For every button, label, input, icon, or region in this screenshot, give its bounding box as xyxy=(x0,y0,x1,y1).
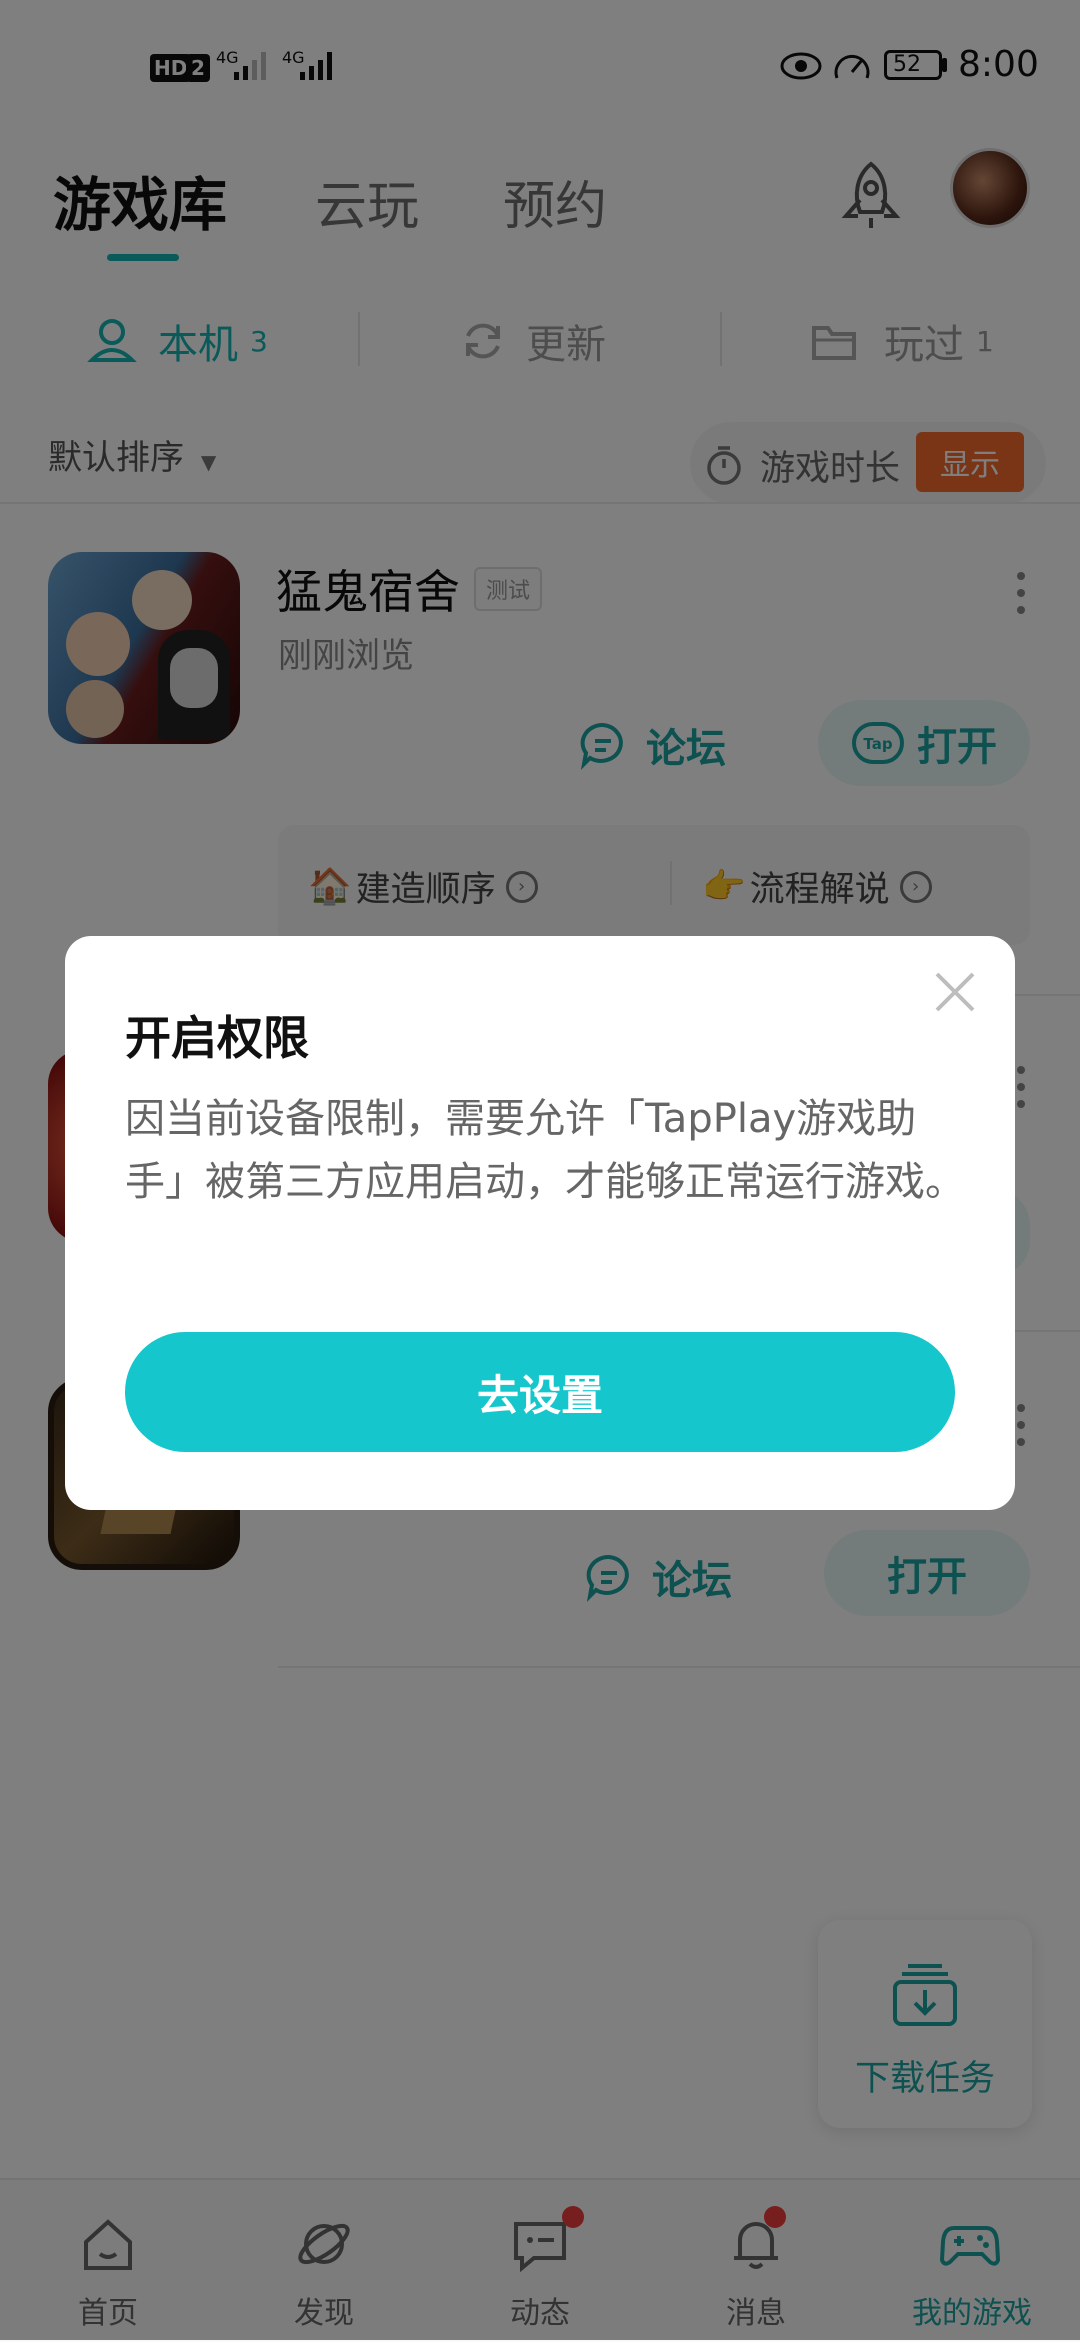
close-icon[interactable] xyxy=(931,968,979,1016)
dialog-message: 因当前设备限制，需要允许「TapPlay游戏助手」被第三方应用启动，才能够正常运… xyxy=(125,1096,965,1205)
dialog-title: 开启权限 xyxy=(125,1011,309,1065)
go-to-settings-button[interactable]: 去设置 xyxy=(125,1332,955,1452)
permission-dialog: 开启权限 因当前设备限制，需要允许「TapPlay游戏助手」被第三方应用启动，才… xyxy=(65,936,1015,1510)
